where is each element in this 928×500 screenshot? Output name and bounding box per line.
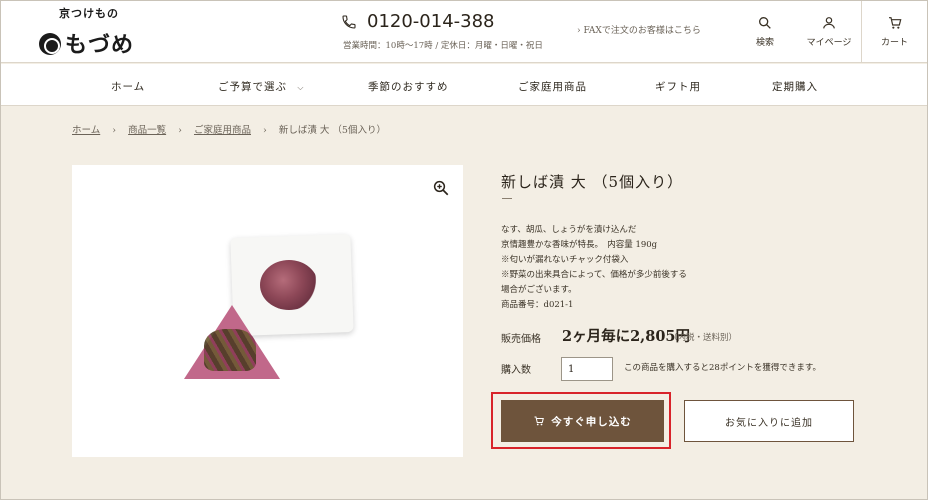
- product-code: 商品番号：d021-1: [501, 300, 574, 310]
- cart-button[interactable]: カート: [861, 1, 927, 63]
- quantity-input[interactable]: [561, 357, 613, 381]
- search-button[interactable]: 検索: [741, 1, 789, 63]
- cart-icon: [888, 17, 901, 29]
- breadcrumb-home[interactable]: ホーム: [72, 125, 100, 136]
- site-logo[interactable]: 京つけもの もづめ: [33, 5, 143, 59]
- site-header: 京つけもの もづめ 0120-014-388 営業時間：10時～17時 / 定休…: [1, 1, 927, 63]
- price-label: 販売価格: [501, 334, 541, 345]
- fax-order-link[interactable]: › FAXで注文のお客様はこちら: [577, 23, 701, 36]
- crest-icon: [39, 33, 61, 55]
- user-icon: [823, 17, 835, 29]
- description-line: 京情趣豊かな香味が特長。 内容量 190g: [501, 240, 658, 250]
- breadcrumb-product-list[interactable]: 商品一覧: [128, 125, 166, 136]
- phone-icon: [342, 15, 356, 29]
- breadcrumb-current: 新しば漬 大 （5個入り）: [278, 125, 386, 136]
- breadcrumb-separator: ›: [263, 125, 267, 136]
- zoom-icon[interactable]: [432, 179, 450, 197]
- search-label: 検索: [755, 38, 774, 48]
- product-title: 新しば漬 大 （5個入り）: [501, 173, 684, 191]
- breadcrumb-separator: ›: [178, 125, 182, 136]
- nav-item-seasonal[interactable]: 季節のおすすめ: [368, 79, 449, 94]
- nav-item-home[interactable]: ホーム: [111, 79, 145, 94]
- quantity-label: 購入数: [501, 365, 531, 376]
- pickle-bag-contents: [204, 329, 256, 371]
- nav-item-budget-label: ご予算で選ぶ: [218, 81, 287, 93]
- breadcrumb-home-use[interactable]: ご家庭用商品: [194, 125, 251, 136]
- apply-now-label: 今すぐ申し込む: [551, 415, 632, 428]
- nav-item-budget[interactable]: ご予算で選ぶ ⌵: [218, 79, 304, 94]
- price-note: （内税・送料別）: [669, 333, 738, 343]
- chevron-down-icon: ⌵: [297, 83, 305, 92]
- description-line: ※野菜の出来具合によって、価格が多少前後する: [501, 270, 687, 280]
- nav-item-home-use[interactable]: ご家庭用商品: [518, 79, 587, 94]
- description-line: なす、胡瓜、しょうがを漬け込んだ: [501, 225, 637, 235]
- description-line: ※匂いが漏れないチャック付袋入: [501, 255, 629, 265]
- cart-label: カート: [880, 38, 908, 48]
- mypage-button[interactable]: マイページ: [801, 1, 857, 63]
- mypage-label: マイページ: [806, 38, 852, 48]
- breadcrumb-separator: ›: [112, 125, 117, 136]
- nav-item-subscription[interactable]: 定期購入: [772, 79, 818, 94]
- phone-number[interactable]: 0120-014-388: [367, 11, 495, 32]
- nav-item-gift[interactable]: ギフト用: [655, 79, 701, 94]
- description-line: 場合がございます。: [501, 285, 577, 295]
- main-nav: ホーム ご予算で選ぶ ⌵ 季節のおすすめ ご家庭用商品 ギフト用 定期購入: [1, 64, 927, 106]
- logo-small-text: 京つけもの: [59, 7, 119, 20]
- breadcrumb: ホーム › 商品一覧 › ご家庭用商品 › 新しば漬 大 （5個入り）: [72, 122, 386, 136]
- cart-icon: [534, 416, 545, 425]
- apply-now-button[interactable]: 今すぐ申し込む: [501, 400, 664, 442]
- add-to-favorites-button[interactable]: お気に入りに追加: [684, 400, 854, 442]
- points-notice: この商品を購入すると28ポイントを獲得できます。: [624, 363, 821, 373]
- business-hours: 営業時間：10時～17時 / 定休日：月曜・日曜・祝日: [343, 41, 543, 51]
- logo-big-text: もづめ: [65, 32, 135, 58]
- title-divider: [502, 198, 512, 199]
- pickle-pile-illustration: [260, 260, 318, 310]
- product-description: なす、胡瓜、しょうがを漬け込んだ 京情趣豊かな香味が特長。 内容量 190g ※…: [501, 223, 687, 313]
- search-icon: [759, 16, 771, 29]
- product-image[interactable]: [72, 165, 463, 457]
